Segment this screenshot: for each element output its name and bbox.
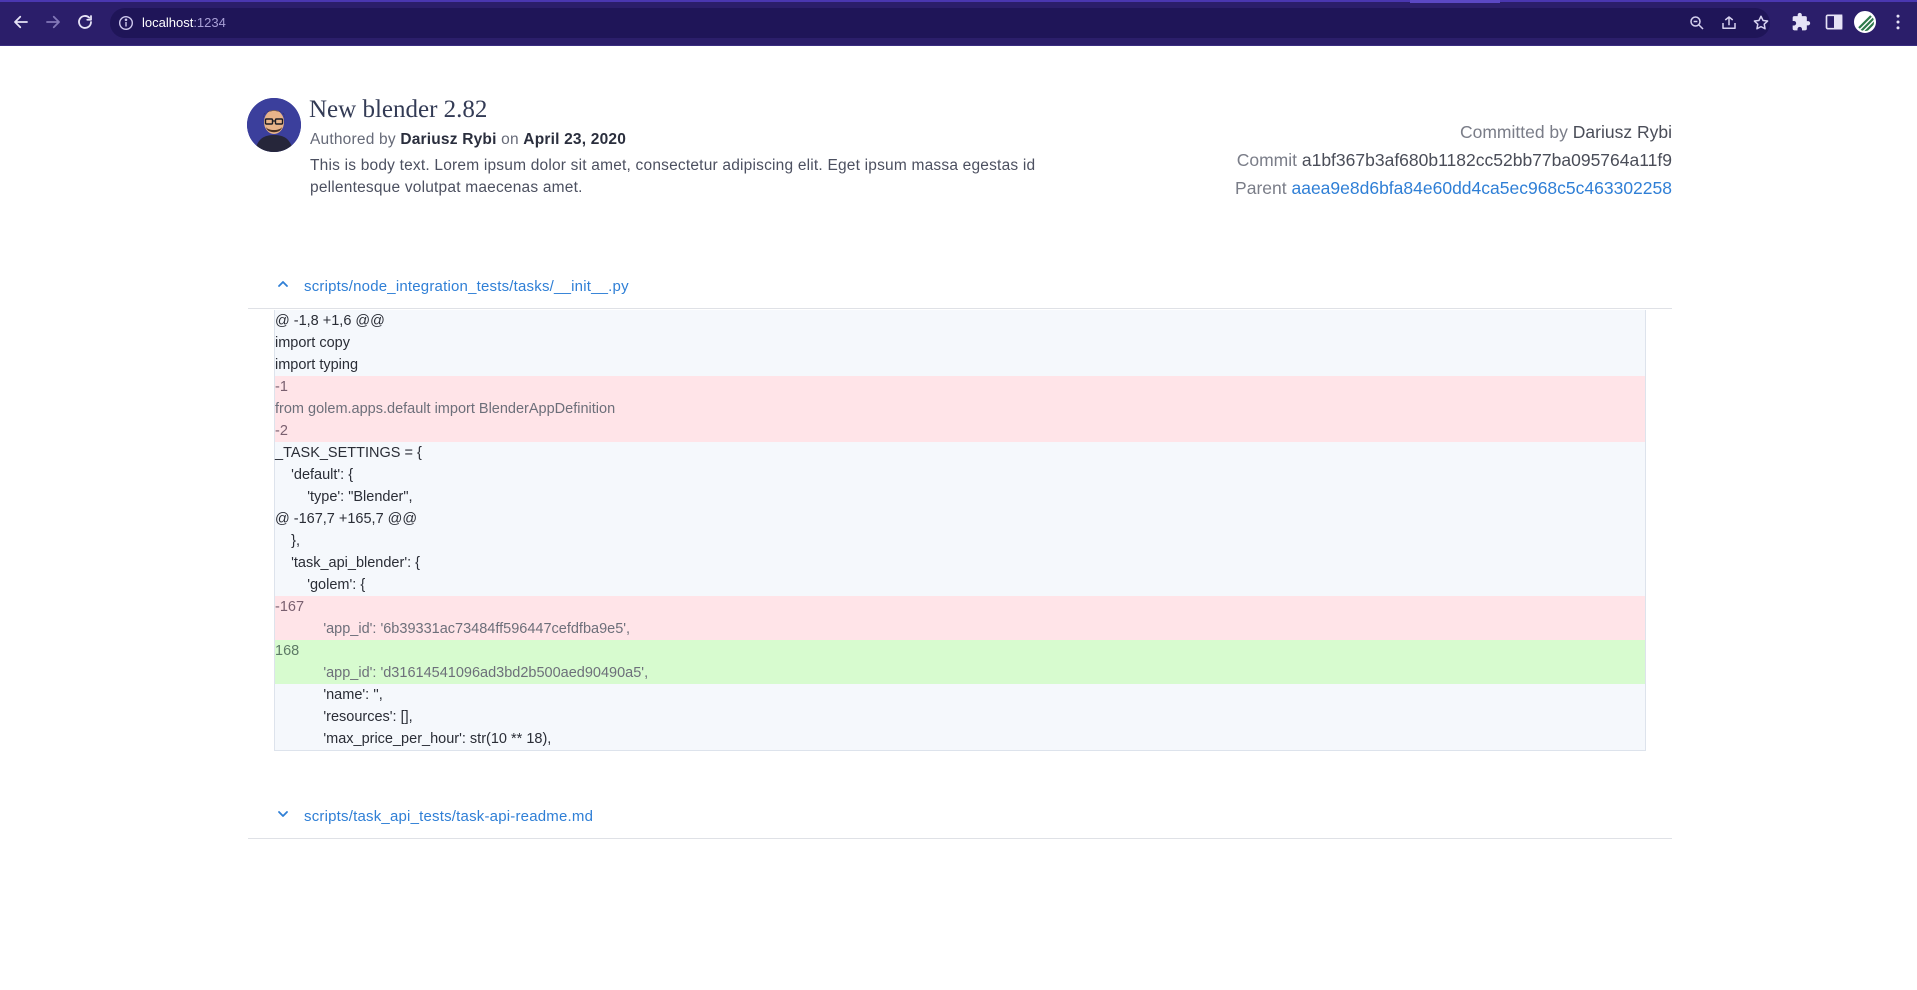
chevron-up-icon[interactable] xyxy=(276,277,290,291)
file-path-link[interactable]: scripts/task_api_tests/task-api-readme.m… xyxy=(304,808,593,825)
diff-line: }, xyxy=(275,530,1645,552)
reload-button[interactable] xyxy=(73,10,97,34)
diff-line: 'default': { xyxy=(275,464,1645,486)
info-icon[interactable] xyxy=(118,15,134,31)
commit-hash-row: Commit a1bf367b3af680b1182cc52bb77ba0957… xyxy=(1235,146,1672,174)
file-header-expanded[interactable]: scripts/node_integration_tests/tasks/__i… xyxy=(248,263,1672,309)
parent-label: Parent xyxy=(1235,178,1287,198)
diff-line: 'task_api_blender': { xyxy=(275,552,1645,574)
address-bar[interactable]: localhost:1234 xyxy=(110,8,1770,38)
commit-label: Commit xyxy=(1236,150,1297,170)
diff-line: -1 xyxy=(275,376,1645,398)
diff-line: 'name': '', xyxy=(275,684,1645,706)
back-button[interactable] xyxy=(9,10,33,34)
diff-line: import typing xyxy=(275,354,1645,376)
url-host: localhost xyxy=(142,15,194,30)
committed-label: Committed by xyxy=(1459,122,1568,142)
commit-title: New blender 2.82 xyxy=(309,96,488,123)
commit-meta: Committed by Dariusz Rybi Commit a1bf367… xyxy=(1235,118,1672,202)
share-icon[interactable] xyxy=(1720,14,1738,32)
diff-line: -2 xyxy=(275,420,1645,442)
commit-date: April 23, 2020 xyxy=(523,131,627,148)
profile-avatar[interactable] xyxy=(1854,11,1876,33)
diff-line: -167 xyxy=(275,596,1645,618)
arrow-left-icon xyxy=(14,15,28,29)
browser-toolbar: localhost:1234 xyxy=(0,0,1917,46)
diff-line: 'type': "Blender", xyxy=(275,486,1645,508)
diff-line: import copy xyxy=(275,332,1645,354)
bookmark-star-icon[interactable] xyxy=(1752,14,1770,32)
diff-view: @ -1,8 +1,6 @@ import copy import typing -1… xyxy=(274,310,1646,751)
file-path-link[interactable]: scripts/node_integration_tests/tasks/__i… xyxy=(304,278,629,295)
commit-hash: a1bf367b3af680b1182cc52bb77ba095764a11f9 xyxy=(1301,150,1672,170)
extensions-icon[interactable] xyxy=(1791,12,1811,32)
window-top-edge xyxy=(0,0,1917,2)
diff-line: from golem.apps.default import BlenderAp… xyxy=(275,398,1645,420)
authored-prefix: Authored by xyxy=(310,131,396,148)
author-avatar xyxy=(247,98,301,152)
author-avatar-illustration xyxy=(247,98,301,152)
url-port: :1234 xyxy=(193,15,226,30)
diff-line: 168 xyxy=(275,640,1645,662)
url-text[interactable]: localhost:1234 xyxy=(142,15,226,30)
profile-pattern-icon xyxy=(1857,14,1874,31)
committer-name: Dariusz Rybi xyxy=(1572,122,1672,142)
author-name: Dariusz Rybi xyxy=(400,131,497,148)
browser-menu-icon[interactable] xyxy=(1888,12,1908,32)
diff-line: 'golem': { xyxy=(275,574,1645,596)
diff-line: 'resources': [], xyxy=(275,706,1645,728)
diff-line: 'app_id': '6b39331ac73484ff596447cefdfba… xyxy=(275,618,1645,640)
arrow-right-icon xyxy=(46,15,60,29)
parent-hash-link[interactable]: aaea9e8d6bfa84e60dd4ca5ec968c5c463302258 xyxy=(1291,178,1672,198)
diff-line: 'app_id': 'd31614541096ad3bd2b500aed9049… xyxy=(275,662,1645,684)
diff-line: @ -167,7 +165,7 @@ xyxy=(275,508,1645,530)
parent-hash-row: Parent aaea9e8d6bfa84e60dd4ca5ec968c5c46… xyxy=(1235,174,1672,202)
zoom-icon[interactable] xyxy=(1688,14,1706,32)
file-header-collapsed[interactable]: scripts/task_api_tests/task-api-readme.m… xyxy=(248,793,1672,839)
on-label: on xyxy=(501,131,519,148)
side-panel-icon[interactable] xyxy=(1824,12,1844,32)
chevron-down-icon[interactable] xyxy=(276,807,290,821)
reload-icon xyxy=(78,15,92,29)
diff-line: @ -1,8 +1,6 @@ xyxy=(275,310,1645,332)
diff-line: 'max_price_per_hour': str(10 ** 18), xyxy=(275,728,1645,750)
commit-body: This is body text. Lorem ipsum dolor sit… xyxy=(310,157,1036,196)
committed-by-row: Committed by Dariusz Rybi xyxy=(1235,118,1672,146)
diff-line: _TASK_SETTINGS = { xyxy=(275,442,1645,464)
active-tab-indicator[interactable] xyxy=(1410,0,1500,3)
authored-line: Authored by Dariusz Rybi on April 23, 20… xyxy=(310,131,626,149)
forward-button[interactable] xyxy=(41,10,65,34)
